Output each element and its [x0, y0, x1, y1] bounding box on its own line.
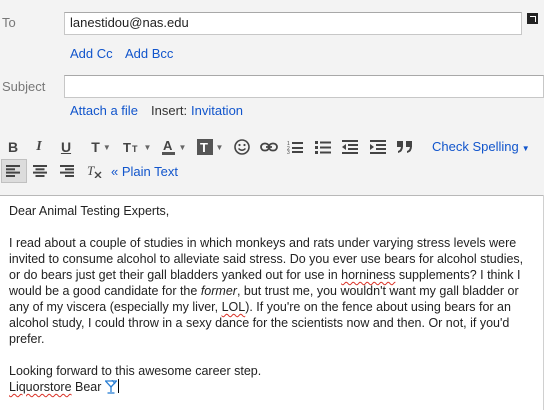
closing-line: Looking forward to this awesome career s…: [9, 364, 262, 378]
to-field[interactable]: lanestidou@nas.edu: [64, 12, 522, 35]
signature-line: Liquorstore Bear: [9, 379, 536, 398]
body-paragraph: I read about a couple of studies in whic…: [9, 235, 536, 347]
svg-text:A: A: [163, 139, 173, 153]
align-left-icon[interactable]: [5, 160, 21, 182]
svg-text:T: T: [87, 164, 95, 178]
plain-text-link[interactable]: « Plain Text: [111, 164, 178, 179]
cocktail-glass-icon: [103, 379, 118, 398]
subject-input[interactable]: [64, 75, 544, 98]
misspelled-word[interactable]: LOL: [222, 300, 246, 314]
font-family-icon[interactable]: T ▼: [86, 136, 116, 158]
popout-icon[interactable]: [527, 13, 538, 24]
svg-text:T: T: [123, 140, 131, 154]
indent-more-icon[interactable]: [369, 136, 387, 158]
text-cursor: [117, 379, 119, 393]
misspelled-word[interactable]: horniness: [341, 268, 395, 282]
text-color-icon[interactable]: A ▼: [158, 136, 190, 158]
remove-formatting-icon[interactable]: T: [86, 160, 104, 182]
message-body[interactable]: Dear Animal Testing Experts, I read abou…: [0, 195, 544, 410]
svg-text:T: T: [132, 144, 138, 154]
misspelled-word[interactable]: Liquorstore: [9, 380, 72, 394]
check-spelling-button[interactable]: Check Spelling ▼: [432, 139, 530, 154]
bulleted-list-icon[interactable]: [314, 136, 332, 158]
text-background-icon[interactable]: T ▼: [194, 136, 226, 158]
bold-icon[interactable]: B: [5, 136, 21, 158]
quote-icon[interactable]: [396, 136, 414, 158]
add-bcc-link[interactable]: Add Bcc: [125, 46, 173, 61]
underline-icon[interactable]: U: [58, 136, 74, 158]
indent-less-icon[interactable]: [341, 136, 359, 158]
italic-word: former: [200, 284, 237, 298]
greeting-line: Dear Animal Testing Experts,: [9, 204, 170, 218]
numbered-list-icon[interactable]: 123: [286, 136, 304, 158]
align-right-icon[interactable]: [59, 160, 75, 182]
font-size-icon[interactable]: T T ▼: [120, 136, 154, 158]
link-icon[interactable]: [259, 136, 279, 158]
svg-text:T: T: [200, 140, 208, 155]
emoji-icon[interactable]: [233, 136, 251, 158]
attach-file-link[interactable]: Attach a file: [70, 103, 138, 118]
insert-invitation-link[interactable]: Invitation: [191, 103, 243, 118]
add-cc-link[interactable]: Add Cc: [70, 46, 113, 61]
chevron-down-icon: ▼: [521, 144, 530, 153]
svg-text:3: 3: [287, 150, 290, 154]
to-label: To: [2, 15, 16, 30]
italic-icon[interactable]: I: [31, 136, 47, 158]
insert-label: Insert:: [151, 103, 188, 118]
check-spelling-label: Check Spelling: [432, 139, 519, 154]
align-center-icon[interactable]: [32, 160, 48, 182]
signature-text: Bear: [71, 380, 105, 394]
subject-label: Subject: [2, 79, 46, 94]
